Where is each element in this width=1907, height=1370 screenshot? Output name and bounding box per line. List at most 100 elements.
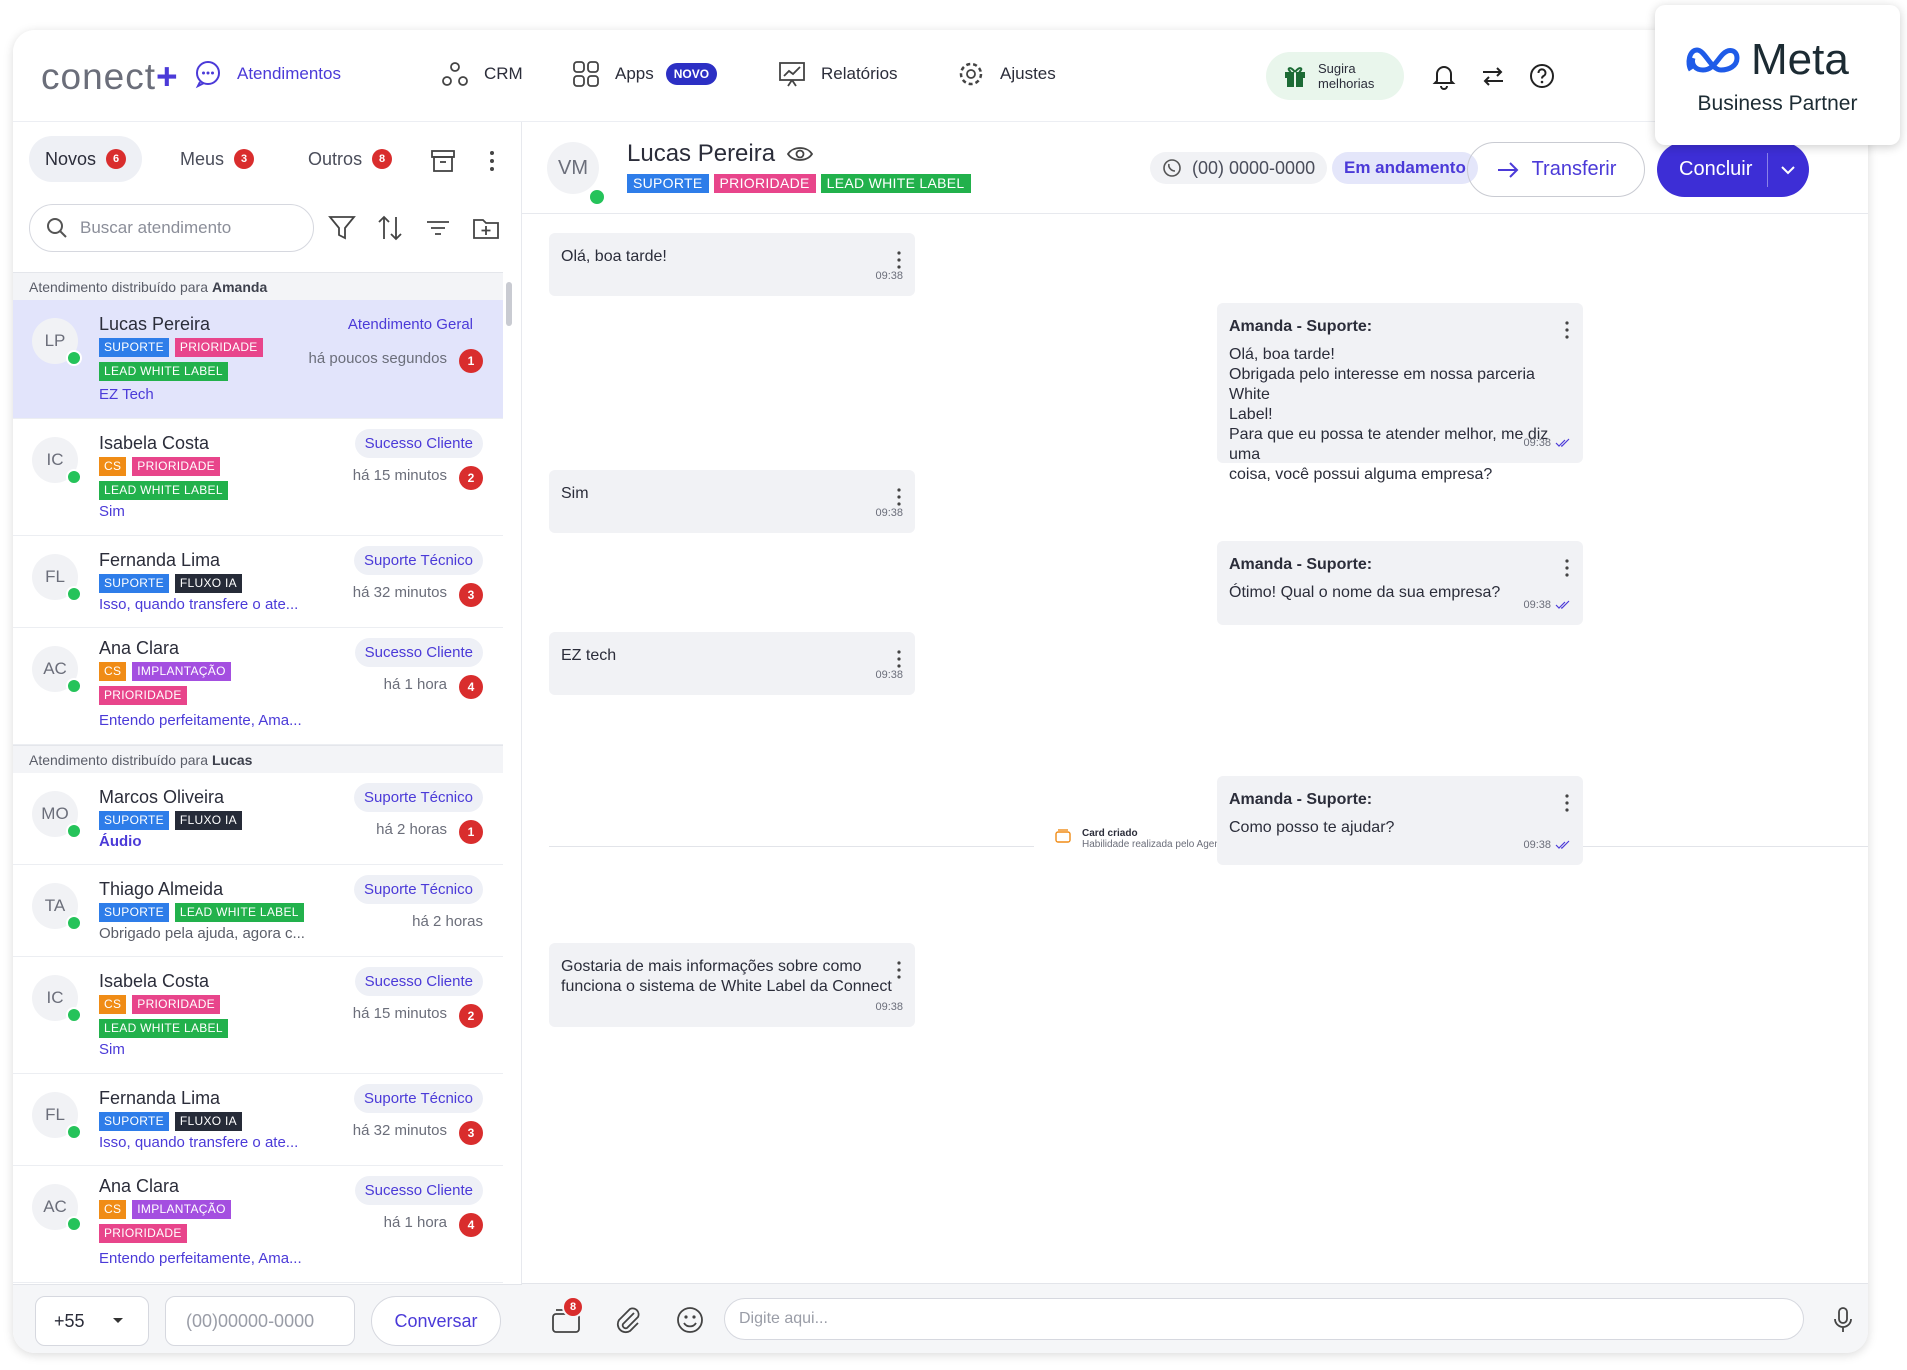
- tag-list: SUPORTE LEAD WHITE LABEL: [99, 903, 319, 922]
- meta-logo: Meta: [1685, 35, 1849, 85]
- conversation-item[interactable]: MO Marcos Oliveira SUPORTE FLUXO IA Áudio…: [13, 773, 503, 865]
- unread-count-badge: 4: [459, 1213, 483, 1237]
- finish-button[interactable]: Concluir: [1657, 142, 1809, 197]
- message-input[interactable]: Digite aqui...: [724, 1298, 1804, 1340]
- microphone-icon[interactable]: [1827, 1304, 1859, 1336]
- message-composer: 8 Digite aqui...: [522, 1283, 1868, 1353]
- last-message-preview: Sim: [99, 503, 125, 520]
- tag-badge: SUPORTE: [99, 903, 169, 922]
- last-message-preview: Áudio: [99, 833, 142, 850]
- bell-icon[interactable]: [1430, 62, 1458, 90]
- tag-list: SUPORTE FLUXO IA: [99, 574, 289, 593]
- contact-name: Ana Clara: [99, 1176, 180, 1196]
- nav-apps[interactable]: Apps NOVO: [571, 59, 718, 89]
- time-ago: há 1 hora: [383, 676, 447, 693]
- suggest-improvements-button[interactable]: Sugira melhorias: [1266, 52, 1404, 100]
- message-line: Para que eu possa te atender melhor, me …: [1229, 426, 1549, 463]
- time-ago: há poucos segundos: [308, 350, 447, 367]
- gift-icon: [1285, 67, 1305, 87]
- tag-list: SUPORTE PRIORIDADE LEAD WHITE LABEL: [99, 338, 289, 381]
- gear-icon: [959, 62, 983, 86]
- tag-badge: CS: [99, 662, 127, 681]
- message-menu-icon[interactable]: [1565, 321, 1569, 339]
- message-menu-icon[interactable]: [1565, 559, 1569, 577]
- message-menu-icon[interactable]: [1565, 794, 1569, 812]
- conversation-item[interactable]: TA Thiago Almeida SUPORTE LEAD WHITE LABE…: [13, 865, 503, 957]
- filter-icon[interactable]: [327, 213, 357, 243]
- new-folder-icon[interactable]: [471, 213, 501, 243]
- contact-name: Fernanda Lima: [99, 550, 221, 570]
- conversation-item[interactable]: IC Isabela Costa CS PRIORIDADE LEAD WHITE …: [13, 419, 503, 536]
- conversation-item[interactable]: AC Ana Clara CS IMPLANTAÇÃO PRIORIDADE Ent…: [13, 1166, 503, 1283]
- tab-outros[interactable]: Outros 8: [292, 136, 408, 182]
- phone-number-input[interactable]: (00)00000-0000: [165, 1296, 355, 1346]
- tag-badge: CS: [99, 1200, 127, 1219]
- last-message-preview: Entendo perfeitamente, Ama...: [99, 712, 302, 729]
- unread-count-badge: 2: [459, 1004, 483, 1028]
- tag-badge: PRIORIDADE: [174, 338, 263, 357]
- country-code-select[interactable]: +55: [35, 1296, 149, 1346]
- list-filter-icon[interactable]: [423, 213, 453, 243]
- conversation-item[interactable]: IC Isabela Costa CS PRIORIDADE LEAD WHITE …: [13, 957, 503, 1074]
- help-icon[interactable]: [1528, 62, 1556, 90]
- archive-icon[interactable]: [428, 146, 458, 176]
- conversation-item[interactable]: FL Fernanda Lima SUPORTE FLUXO IA Isso, q…: [13, 536, 503, 628]
- search-input[interactable]: [80, 218, 280, 238]
- tag-list: CS IMPLANTAÇÃO PRIORIDADE: [99, 1200, 289, 1243]
- whatsapp-icon: [66, 823, 82, 839]
- connect-logo[interactable]: conect+: [41, 56, 179, 98]
- conversation-item[interactable]: LP Lucas Pereira SUPORTE PRIORIDADE LEAD W…: [13, 300, 503, 419]
- nav-crm[interactable]: CRM: [440, 59, 523, 89]
- swap-arrows-icon[interactable]: [1479, 62, 1507, 90]
- emoji-icon[interactable]: [674, 1304, 706, 1336]
- group-header: Atendimento distribuído para Amanda: [13, 272, 503, 300]
- logo-plus: +: [156, 56, 179, 97]
- finish-label: Concluir: [1679, 158, 1753, 180]
- message-line: Label!: [1229, 406, 1273, 423]
- chevron-down-icon: [112, 1318, 123, 1323]
- incoming-message: Olá, boa tarde! 09:38: [549, 233, 915, 296]
- message-line: Olá, boa tarde!: [1229, 346, 1335, 363]
- tag-badge: SUPORTE: [99, 1112, 169, 1131]
- nav-ajustes[interactable]: Ajustes: [956, 59, 1056, 89]
- eye-icon[interactable]: [787, 145, 814, 163]
- message-time: 09:38: [875, 1001, 903, 1013]
- last-message-preview: Entendo perfeitamente, Ama...: [99, 1250, 302, 1267]
- more-options-icon[interactable]: [477, 146, 507, 176]
- search-icon: [47, 218, 67, 238]
- nav-relatorios[interactable]: Relatórios: [777, 59, 898, 89]
- finish-options-toggle[interactable]: [1768, 165, 1808, 175]
- sort-icon[interactable]: [375, 213, 405, 243]
- nav-atendimentos[interactable]: Atendimentos: [193, 59, 341, 89]
- tab-outros-count: 8: [372, 149, 393, 169]
- nav-atendimentos-label: Atendimentos: [237, 64, 341, 83]
- tag-badge: PRIORIDADE: [99, 1224, 187, 1243]
- message-menu-icon[interactable]: [897, 961, 901, 979]
- message-line: coisa, você possui alguma empresa?: [1229, 466, 1493, 483]
- double-check-icon: [1555, 438, 1570, 447]
- message-line: Ótimo! Qual o nome da sua empresa?: [1229, 584, 1501, 601]
- suggest-line2: melhorias: [1318, 76, 1375, 91]
- paperclip-icon[interactable]: [612, 1304, 644, 1336]
- tag-badge: SUPORTE: [99, 811, 169, 830]
- chat-bubble-icon: [195, 61, 220, 89]
- conversation-item[interactable]: FL Fernanda Lima SUPORTE FLUXO IA Isso, q…: [13, 1074, 503, 1166]
- last-message-preview: Sim: [99, 1041, 125, 1058]
- start-conversation-button[interactable]: Conversar: [371, 1296, 501, 1346]
- search-box: [29, 204, 314, 252]
- time-ago: há 15 minutos: [352, 467, 447, 484]
- tab-novos[interactable]: Novos 6: [29, 136, 143, 182]
- conversation-item[interactable]: AC Ana Clara CS IMPLANTAÇÃO PRIORIDADE Ent…: [13, 628, 503, 745]
- tab-meus[interactable]: Meus 3: [164, 136, 270, 182]
- tag-badge: LEAD WHITE LABEL: [174, 903, 304, 922]
- tag-badge: SUPORTE: [99, 574, 169, 593]
- tag-badge: PRIORIDADE: [132, 457, 220, 476]
- message-line: funciona o sistema de White Label da Con…: [561, 978, 892, 995]
- chat-contact: Lucas Pereira: [627, 140, 814, 168]
- tag-badge: CS: [99, 995, 127, 1014]
- nav-ajustes-label: Ajustes: [1000, 64, 1056, 83]
- group-header-prefix: Atendimento distribuído para: [29, 278, 208, 295]
- list-scrollbar[interactable]: [506, 282, 512, 326]
- transfer-button[interactable]: Transferir: [1467, 142, 1645, 197]
- last-message-preview: Isso, quando transfere o ate...: [99, 596, 299, 613]
